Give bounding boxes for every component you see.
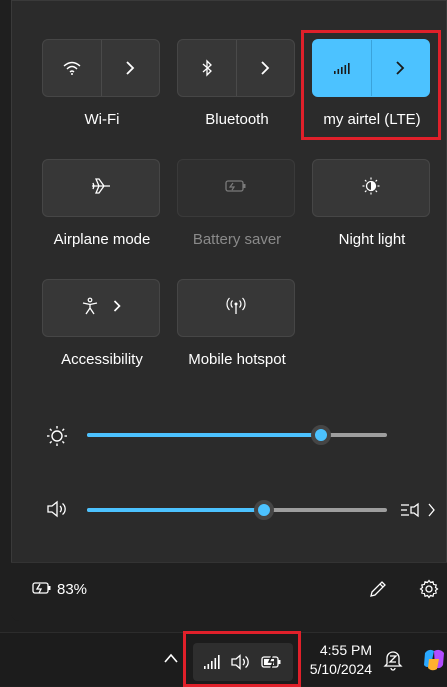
accessibility-tile[interactable] xyxy=(42,279,160,337)
tray-battery-charging-icon xyxy=(261,654,283,675)
battery-saver-label: Battery saver xyxy=(192,231,282,248)
settings-gear-icon[interactable] xyxy=(419,579,439,604)
airplane-icon xyxy=(91,177,111,200)
system-tray-quick-settings-button[interactable] xyxy=(193,643,293,681)
wifi-tile[interactable] xyxy=(42,39,160,97)
mobile-hotspot-label: Mobile hotspot xyxy=(188,351,286,368)
cellular-tile[interactable] xyxy=(312,39,430,97)
brightness-slider[interactable] xyxy=(87,424,387,446)
wifi-icon[interactable] xyxy=(43,40,101,96)
volume-thumb[interactable] xyxy=(254,500,274,520)
notification-bell-icon[interactable] xyxy=(383,649,403,676)
battery-percentage[interactable]: 83% xyxy=(57,581,87,598)
taskbar: 4:55 PM 5/10/2024 xyxy=(0,631,447,687)
bluetooth-expand-chevron-icon[interactable] xyxy=(236,40,294,96)
cellular-signal-icon[interactable] xyxy=(313,40,371,96)
volume-fill xyxy=(87,508,264,512)
cellular-expand-chevron-icon[interactable] xyxy=(371,40,429,96)
wifi-expand-chevron-icon[interactable] xyxy=(101,40,159,96)
accessibility-chevron-icon[interactable] xyxy=(113,299,121,317)
battery-charging-icon[interactable] xyxy=(32,580,52,601)
airplane-mode-label: Airplane mode xyxy=(53,231,151,248)
night-light-tile[interactable] xyxy=(312,159,430,217)
hotspot-icon xyxy=(226,297,246,320)
taskbar-clock[interactable]: 4:55 PM 5/10/2024 xyxy=(310,641,372,679)
accessibility-label: Accessibility xyxy=(61,351,143,368)
brightness-icon xyxy=(46,425,68,452)
tray-volume-icon xyxy=(231,654,251,675)
battery-saver-icon xyxy=(225,179,247,198)
brightness-thumb[interactable] xyxy=(311,425,331,445)
brightness-fill xyxy=(87,433,321,437)
bluetooth-label: Bluetooth xyxy=(205,111,269,128)
edit-pencil-icon[interactable] xyxy=(368,579,388,604)
mobile-hotspot-tile[interactable] xyxy=(177,279,295,337)
taskbar-date: 5/10/2024 xyxy=(309,661,372,677)
tray-cellular-signal-icon xyxy=(203,654,221,675)
night-light-icon xyxy=(362,177,380,200)
taskbar-time: 4:55 PM xyxy=(319,642,372,658)
accessibility-icon xyxy=(81,297,99,320)
airplane-mode-tile[interactable] xyxy=(42,159,160,217)
copilot-icon[interactable] xyxy=(421,647,447,678)
wifi-label: Wi-Fi xyxy=(84,111,120,128)
show-hidden-icons-chevron-icon[interactable] xyxy=(163,651,179,669)
battery-saver-tile xyxy=(177,159,295,217)
night-light-label: Night light xyxy=(338,231,406,248)
cellular-label: my airtel (LTE) xyxy=(323,111,421,128)
bluetooth-tile[interactable] xyxy=(177,39,295,97)
speaker-icon[interactable] xyxy=(46,500,68,523)
bluetooth-icon[interactable] xyxy=(178,40,236,96)
audio-output-select-icon[interactable] xyxy=(400,500,436,525)
volume-slider[interactable] xyxy=(87,499,387,521)
